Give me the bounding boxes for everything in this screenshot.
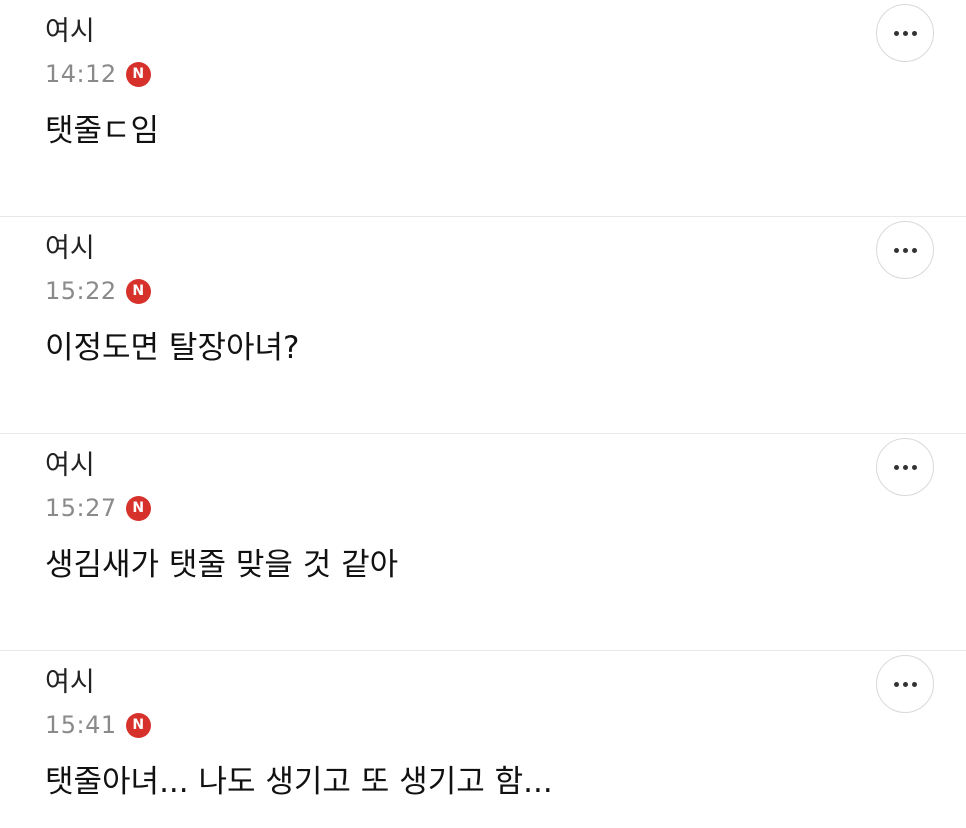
- comment-item: 여시 15:22 N 이정도면 탈장아녀?: [0, 217, 966, 434]
- more-horizontal-icon: [893, 464, 917, 470]
- comment-meta: 14:12 N: [45, 58, 151, 90]
- more-options-button[interactable]: [876, 438, 934, 496]
- comment-meta: 15:27 N: [45, 492, 151, 524]
- comment-author[interactable]: 여시: [45, 14, 95, 50]
- comment-meta: 15:22 N: [45, 275, 151, 307]
- new-badge: N: [125, 278, 151, 304]
- comment-item: 여시 15:41 N 탯줄아녀... 나도 생기고 또 생기고 함...: [0, 651, 966, 828]
- comment-list: 여시 14:12 N 탯줄ㄷ임 여시 15:22 N 이정도면 탈장아녀? 여시…: [0, 0, 966, 828]
- more-options-button[interactable]: [876, 655, 934, 713]
- more-horizontal-icon: [893, 247, 917, 253]
- comment-text: 탯줄아녀... 나도 생기고 또 생기고 함...: [45, 764, 553, 800]
- comment-text: 이정도면 탈장아녀?: [45, 330, 300, 366]
- more-options-button[interactable]: [876, 221, 934, 279]
- comment-time: 15:27: [45, 494, 117, 522]
- new-badge: N: [125, 712, 151, 738]
- comment-author[interactable]: 여시: [45, 448, 95, 484]
- comment-time: 15:22: [45, 277, 117, 305]
- comment-author[interactable]: 여시: [45, 665, 95, 701]
- comment-time: 15:41: [45, 711, 117, 739]
- comment-author[interactable]: 여시: [45, 231, 95, 267]
- comment-item: 여시 14:12 N 탯줄ㄷ임: [0, 0, 966, 217]
- comment-text: 생김새가 탯줄 맞을 것 같아: [45, 547, 399, 583]
- more-horizontal-icon: [893, 681, 917, 687]
- new-badge: N: [125, 495, 151, 521]
- comment-text: 탯줄ㄷ임: [45, 113, 160, 149]
- comment-item: 여시 15:27 N 생김새가 탯줄 맞을 것 같아: [0, 434, 966, 651]
- comment-meta: 15:41 N: [45, 709, 151, 741]
- more-horizontal-icon: [893, 30, 917, 36]
- new-badge: N: [125, 61, 151, 87]
- comment-time: 14:12: [45, 60, 117, 88]
- more-options-button[interactable]: [876, 4, 934, 62]
